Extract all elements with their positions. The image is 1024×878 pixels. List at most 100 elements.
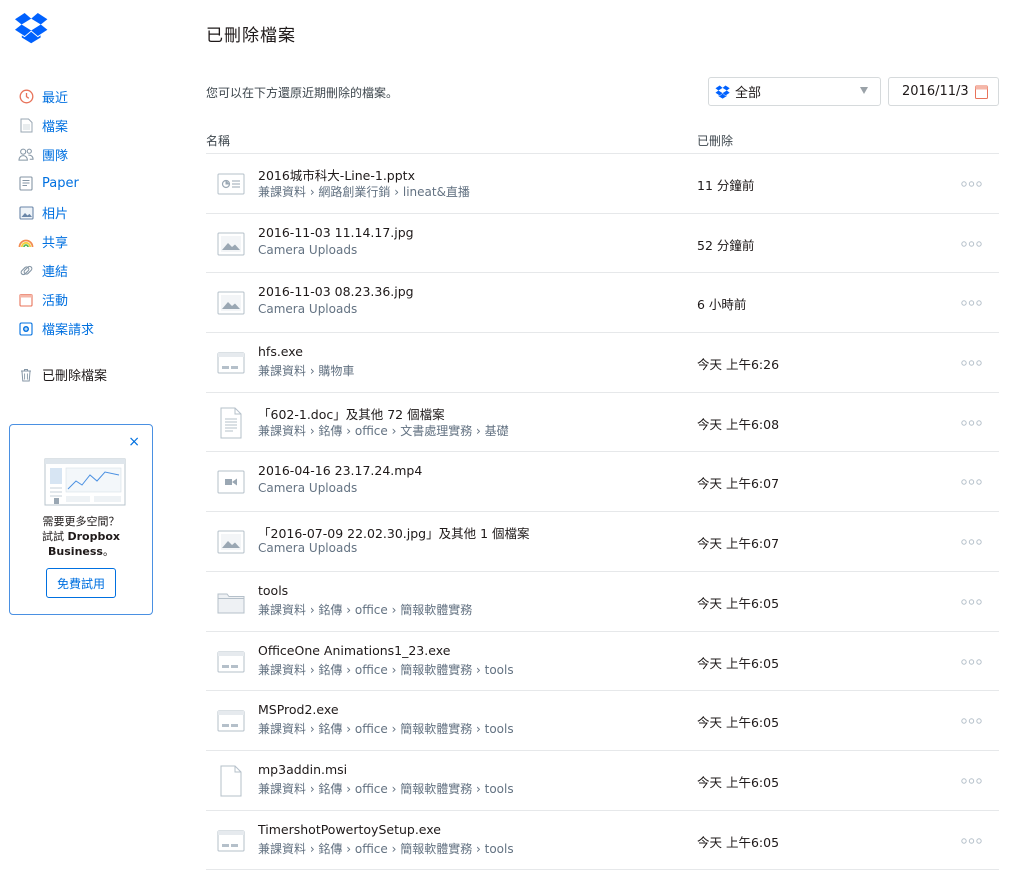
dashboard-illustration-icon — [44, 458, 126, 506]
sidebar-item-photos[interactable]: 相片 — [18, 198, 188, 227]
deleted-time: 今天 上午6:05 — [697, 715, 780, 731]
rainbow-icon — [18, 234, 34, 250]
more-options-icon[interactable] — [961, 420, 982, 426]
file-name[interactable]: tools — [258, 583, 288, 598]
video-file-icon — [217, 470, 245, 494]
table-row[interactable]: tools 兼課資料 › 銘傳 › office › 簡報軟體實務 今天 上午6… — [206, 572, 999, 632]
document-file-icon — [220, 407, 242, 439]
sidebar-item-files[interactable]: 檔案 — [18, 111, 188, 140]
team-icon — [18, 147, 34, 163]
sidebar-item-label: 檔案 — [42, 120, 69, 135]
sidebar-item-recent[interactable]: 最近 — [18, 82, 188, 111]
more-options-icon[interactable] — [961, 479, 982, 486]
image-file-icon — [217, 291, 245, 315]
file-path: 兼課資料 › 銘傳 › office › 簡報軟體實務 › tools — [258, 722, 514, 737]
image-file-icon — [217, 530, 245, 554]
column-header-deleted[interactable]: 已刪除 — [697, 132, 733, 149]
deleted-time: 今天 上午6:05 — [697, 595, 780, 611]
more-options-icon[interactable] — [961, 718, 982, 724]
sidebar-item-file-requests[interactable]: 檔案請求 — [18, 314, 188, 343]
more-options-icon[interactable] — [961, 360, 982, 366]
free-trial-button[interactable]: 免費試用 — [46, 568, 116, 598]
table-row[interactable]: hfs.exe 兼課資料 › 購物車 今天 上午6:26 — [206, 333, 999, 393]
file-path: 兼課資料 › 銘傳 › office › 簡報軟體實務 › tools — [258, 662, 514, 677]
trash-icon — [18, 367, 34, 383]
file-name[interactable]: OfficeOne Animations1_23.exe — [258, 643, 450, 658]
more-options-icon[interactable] — [961, 240, 982, 247]
calendar-icon — [975, 85, 988, 99]
sidebar-item-links[interactable]: 連結 — [18, 256, 188, 285]
table-row[interactable]: OfficeOne Animations1_23.exe 兼課資料 › 銘傳 ›… — [206, 632, 999, 692]
page-title: 已刪除檔案 — [206, 26, 296, 46]
presentation-file-icon — [217, 173, 245, 195]
location-filter-select[interactable]: 全部 — [708, 77, 881, 106]
promo-line-2-prefix: 試試 — [41, 530, 68, 543]
file-path: Camera Uploads — [258, 481, 358, 496]
file-path: Camera Uploads — [258, 302, 358, 317]
file-name[interactable]: 2016-11-03 08.23.36.jpg — [258, 284, 414, 299]
file-name[interactable]: 「602-1.doc」及其他 72 個檔案 — [258, 404, 445, 423]
more-options-icon[interactable] — [961, 778, 982, 784]
file-name[interactable]: 2016-04-16 23.17.24.mp4 — [258, 463, 422, 478]
table-row[interactable]: 2016-11-03 08.23.36.jpg Camera Uploads 6… — [206, 273, 999, 334]
sidebar-item-sharing[interactable]: 共享 — [18, 227, 188, 256]
file-name[interactable]: 2016-11-03 11.14.17.jpg — [258, 225, 414, 240]
file-name[interactable]: TimershotPowertoySetup.exe — [258, 822, 441, 837]
file-path: 兼課資料 › 銘傳 › office › 簡報軟體實務 › tools — [258, 781, 514, 796]
file-path: 兼課資料 › 銘傳 › office › 簡報軟體實務 › tools — [258, 841, 514, 856]
more-options-icon[interactable] — [961, 181, 982, 187]
table-row[interactable]: TimershotPowertoySetup.exe 兼課資料 › 銘傳 › o… — [206, 811, 999, 871]
calendar-icon — [18, 292, 34, 308]
file-icon — [18, 118, 34, 134]
table-row[interactable]: 2016城市科大-Line-1.pptx 兼課資料 › 網路創業行銷 › lin… — [206, 154, 999, 214]
column-header-name[interactable]: 名稱 — [206, 132, 230, 149]
file-path: 兼課資料 › 購物車 — [258, 364, 355, 379]
sidebar-item-label: 活動 — [42, 294, 69, 309]
deleted-time: 今天 上午6:07 — [697, 476, 780, 492]
filter-selected-value: 全部 — [735, 86, 762, 101]
more-options-icon[interactable] — [961, 539, 982, 545]
sidebar-nav: 最近 檔案 團隊 Paper 相片 共享 連結 活動 檔案請求 已刪除檔案 — [18, 82, 188, 389]
deleted-time: 52 分鐘前 — [697, 237, 755, 253]
table-row[interactable]: mp3addin.msi 兼課資料 › 銘傳 › office › 簡報軟體實務… — [206, 751, 999, 811]
close-icon[interactable]: × — [128, 435, 140, 449]
promo-message: 需要更多空間？ 試試 Dropbox Business。 — [16, 514, 146, 559]
file-path: 兼課資料 › 銘傳 › office › 簡報軟體實務 — [258, 602, 473, 617]
file-path: 兼課資料 › 網路創業行銷 › lineat&直播 — [258, 185, 470, 199]
executable-file-icon — [217, 830, 245, 852]
link-icon — [18, 263, 34, 279]
date-picker-field[interactable]: 2016/11/3 — [888, 77, 999, 106]
table-row[interactable]: 「602-1.doc」及其他 72 個檔案 兼課資料 › 銘傳 › office… — [206, 393, 999, 453]
file-name[interactable]: hfs.exe — [258, 344, 303, 359]
executable-file-icon — [217, 352, 245, 374]
deleted-time: 今天 上午6:05 — [697, 774, 780, 790]
file-name[interactable]: MSProd2.exe — [258, 702, 339, 717]
more-options-icon[interactable] — [961, 837, 982, 844]
dropbox-logo-icon[interactable] — [14, 12, 50, 46]
deleted-time: 11 分鐘前 — [697, 178, 755, 193]
date-value: 2016/11/3 — [902, 84, 969, 99]
sidebar-item-label: 連結 — [42, 265, 69, 280]
more-options-icon[interactable] — [961, 599, 982, 605]
sidebar-item-events[interactable]: 活動 — [18, 285, 188, 314]
paper-icon — [18, 176, 34, 192]
file-name[interactable]: 「2016-07-09 22.02.30.jpg」及其他 1 個檔案 — [258, 523, 530, 542]
promo-brand-dropbox: Dropbox — [67, 530, 120, 543]
sidebar-item-team[interactable]: 團隊 — [18, 140, 188, 169]
promo-line-1: 需要更多空間？ — [42, 515, 120, 528]
sidebar-item-paper[interactable]: Paper — [18, 169, 188, 198]
table-row[interactable]: 「2016-07-09 22.02.30.jpg」及其他 1 個檔案 Camer… — [206, 512, 999, 572]
table-row[interactable]: 2016-04-16 23.17.24.mp4 Camera Uploads 今… — [206, 452, 999, 513]
table-row[interactable]: 2016-11-03 11.14.17.jpg Camera Uploads 5… — [206, 214, 999, 274]
promo-line-3-suffix: 。 — [102, 545, 114, 558]
file-name[interactable]: 2016城市科大-Line-1.pptx — [258, 165, 415, 184]
sidebar-item-deleted-files[interactable]: 已刪除檔案 — [18, 360, 188, 389]
file-name[interactable]: mp3addin.msi — [258, 762, 347, 777]
more-options-icon[interactable] — [961, 300, 982, 307]
table-row[interactable]: MSProd2.exe 兼課資料 › 銘傳 › office › 簡報軟體實務 … — [206, 691, 999, 751]
executable-file-icon — [217, 710, 245, 732]
more-options-icon[interactable] — [961, 658, 982, 665]
deleted-time: 今天 上午6:26 — [697, 357, 780, 373]
deleted-time: 今天 上午6:05 — [697, 655, 780, 671]
file-path: Camera Uploads — [258, 541, 358, 556]
